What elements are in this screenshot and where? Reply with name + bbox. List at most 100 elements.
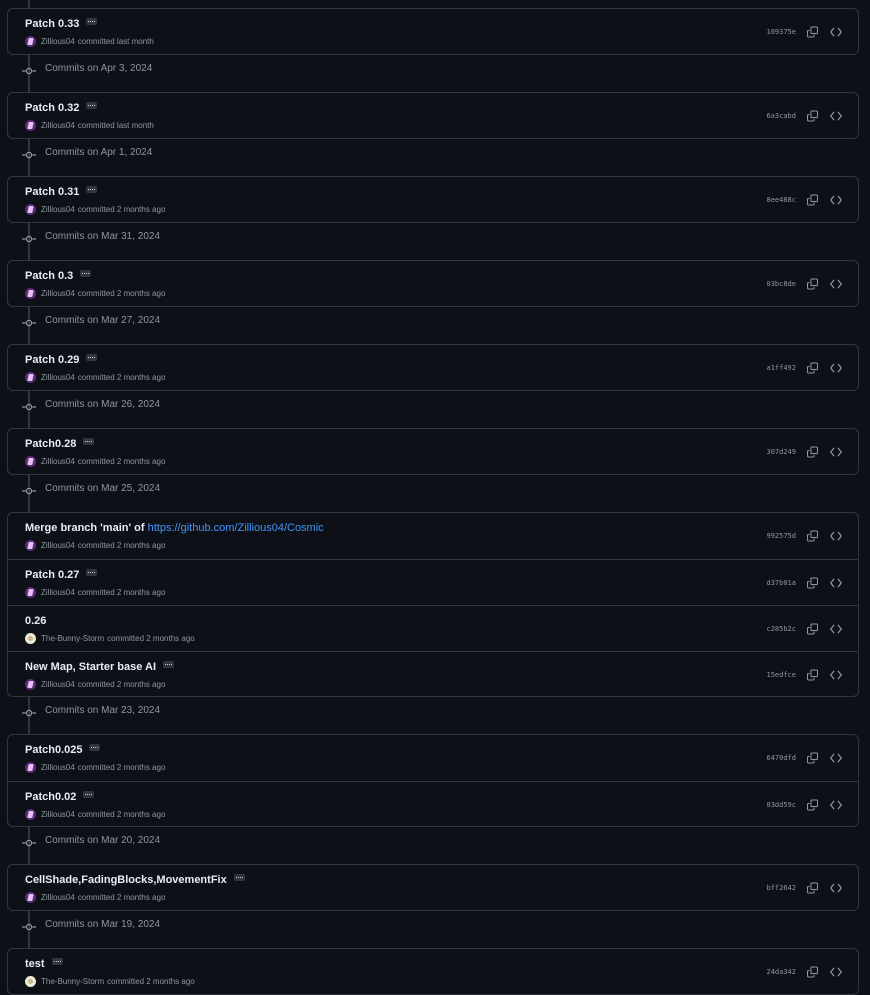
commit-title-link[interactable]: Patch0.025 [25,744,82,756]
expand-message-ellipsis-button[interactable] [163,660,175,668]
author-avatar[interactable] [25,762,36,773]
copy-sha-icon[interactable] [807,882,818,894]
author-avatar[interactable] [25,540,36,551]
commit-sha-link[interactable]: 15edfce [766,671,796,679]
browse-code-icon[interactable] [830,447,842,457]
expand-message-ellipsis-button[interactable] [86,568,98,576]
expand-message-ellipsis-button[interactable] [86,185,98,193]
copy-sha-icon[interactable] [807,966,818,978]
author-avatar[interactable] [25,456,36,467]
commit-title-link[interactable]: test [25,958,45,970]
browse-code-icon[interactable] [830,531,842,541]
author-name[interactable]: Zillious04 [41,541,75,550]
author-name[interactable]: Zillious04 [41,289,75,298]
expand-message-ellipsis-button[interactable] [83,790,95,798]
expand-message-ellipsis-button[interactable] [51,957,63,965]
copy-sha-icon[interactable] [807,362,818,374]
browse-code-icon[interactable] [830,111,842,121]
commit-title-link[interactable]: Patch 0.31 [25,186,79,198]
commit-sha-link[interactable]: bff2642 [766,884,796,892]
expand-message-ellipsis-button[interactable] [89,743,101,751]
commit-message[interactable]: Patch 0.32 [25,102,79,114]
author-name[interactable]: Zillious04 [41,121,75,130]
copy-sha-icon[interactable] [807,530,818,542]
browse-code-icon[interactable] [830,883,842,893]
commit-row[interactable]: Patch 0.32 Zillious04 committed last month… [8,93,858,138]
commit-message[interactable]: New Map, Starter base AI [25,661,156,673]
browse-code-icon[interactable] [830,27,842,37]
author-avatar[interactable] [25,587,36,598]
browse-code-icon[interactable] [830,800,842,810]
commit-sha-link[interactable]: 8ee488c [766,196,796,204]
browse-code-icon[interactable] [830,753,842,763]
commit-row[interactable]: CellShade,FadingBlocks,MovementFix Zillio… [8,865,858,910]
expand-message-ellipsis-button[interactable] [233,873,245,881]
commit-sha-link[interactable]: 6470dfd [766,754,796,762]
commit-title-link[interactable]: Patch 0.33 [25,18,79,30]
author-avatar[interactable] [25,809,36,820]
author-name[interactable]: The-Bunny-Storm [41,977,104,986]
commit-message[interactable]: test [25,958,45,970]
copy-sha-icon[interactable] [807,26,818,38]
commit-message[interactable]: Patch 0.31 [25,186,79,198]
commit-title-link[interactable]: Merge branch 'main' of https://github.co… [25,522,324,534]
commit-title-link[interactable]: 0.26 [25,615,46,627]
commit-message[interactable]: CellShade,FadingBlocks,MovementFix [25,874,227,886]
author-name[interactable]: Zillious04 [41,205,75,214]
repo-url-link[interactable]: https://github.com/Zillious04/Cosmic [148,522,324,534]
commit-sha-link[interactable]: 992575d [766,532,796,540]
expand-message-ellipsis-button[interactable] [83,437,95,445]
commit-title-link[interactable]: Patch0.02 [25,791,76,803]
browse-code-icon[interactable] [830,624,842,634]
commit-title-link[interactable]: Patch 0.29 [25,354,79,366]
author-avatar[interactable] [25,288,36,299]
commit-sha-link[interactable]: 24da342 [766,968,796,976]
commit-row[interactable]: Patch 0.31 Zillious04 committed 2 months a… [8,177,858,222]
commit-title-link[interactable]: Patch0.28 [25,438,76,450]
browse-code-icon[interactable] [830,670,842,680]
copy-sha-icon[interactable] [807,669,818,680]
commit-message[interactable]: Merge branch 'main' of [25,522,148,534]
commit-row[interactable]: Patch0.02 Zillious04 committed 2 months ag… [8,781,858,826]
commit-title-link[interactable]: Patch 0.3 [25,270,73,282]
commit-row[interactable]: Patch 0.27 Zillious04 committed 2 months a… [8,559,858,605]
commit-title-link[interactable]: CellShade,FadingBlocks,MovementFix [25,874,227,886]
commit-sha-link[interactable]: 307d249 [766,448,796,456]
author-avatar[interactable] [25,976,36,987]
commit-row[interactable]: New Map, Starter base AI Zillious04 commit… [8,651,858,696]
expand-message-ellipsis-button[interactable] [80,269,92,277]
browse-code-icon[interactable] [830,195,842,205]
author-avatar[interactable] [25,372,36,383]
commit-row[interactable]: Patch 0.29 Zillious04 committed 2 months a… [8,345,858,390]
author-avatar[interactable] [25,679,36,690]
commit-row[interactable]: Patch 0.33 Zillious04 committed last month… [8,9,858,54]
commit-sha-link[interactable]: d37b01a [766,579,796,587]
commit-row[interactable]: Patch 0.3 Zillious04 committed 2 months ag… [8,261,858,306]
copy-sha-icon[interactable] [807,799,818,810]
commit-sha-link[interactable]: 03dd59c [766,801,796,809]
commit-sha-link[interactable]: 109375e [766,28,796,36]
copy-sha-icon[interactable] [807,110,818,122]
author-avatar[interactable] [25,120,36,131]
author-name[interactable]: Zillious04 [41,457,75,466]
commit-message[interactable]: Patch0.025 [25,744,82,756]
commit-message[interactable]: 0.26 [25,615,46,627]
copy-sha-icon[interactable] [807,446,818,458]
author-avatar[interactable] [25,892,36,903]
author-name[interactable]: Zillious04 [41,893,75,902]
commit-sha-link[interactable]: a1ff492 [766,364,796,372]
commit-row[interactable]: Patch0.025 Zillious04 committed 2 months a… [8,735,858,781]
commit-row[interactable]: 0.26 The-Bunny-Storm committed 2 months ag… [8,605,858,651]
commit-sha-link[interactable]: c285b2c [766,625,796,633]
author-name[interactable]: Zillious04 [41,810,75,819]
copy-sha-icon[interactable] [807,278,818,290]
commit-row[interactable]: test The-Bunny-Storm committed 2 months ag… [8,949,858,994]
author-name[interactable]: The-Bunny-Storm [41,634,104,643]
commit-sha-link[interactable]: 03bc8de [766,280,796,288]
browse-code-icon[interactable] [830,578,842,588]
author-avatar[interactable] [25,204,36,215]
author-name[interactable]: Zillious04 [41,763,75,772]
author-name[interactable]: Zillious04 [41,680,75,689]
copy-sha-icon[interactable] [807,577,818,588]
commit-message[interactable]: Patch 0.27 [25,569,79,581]
